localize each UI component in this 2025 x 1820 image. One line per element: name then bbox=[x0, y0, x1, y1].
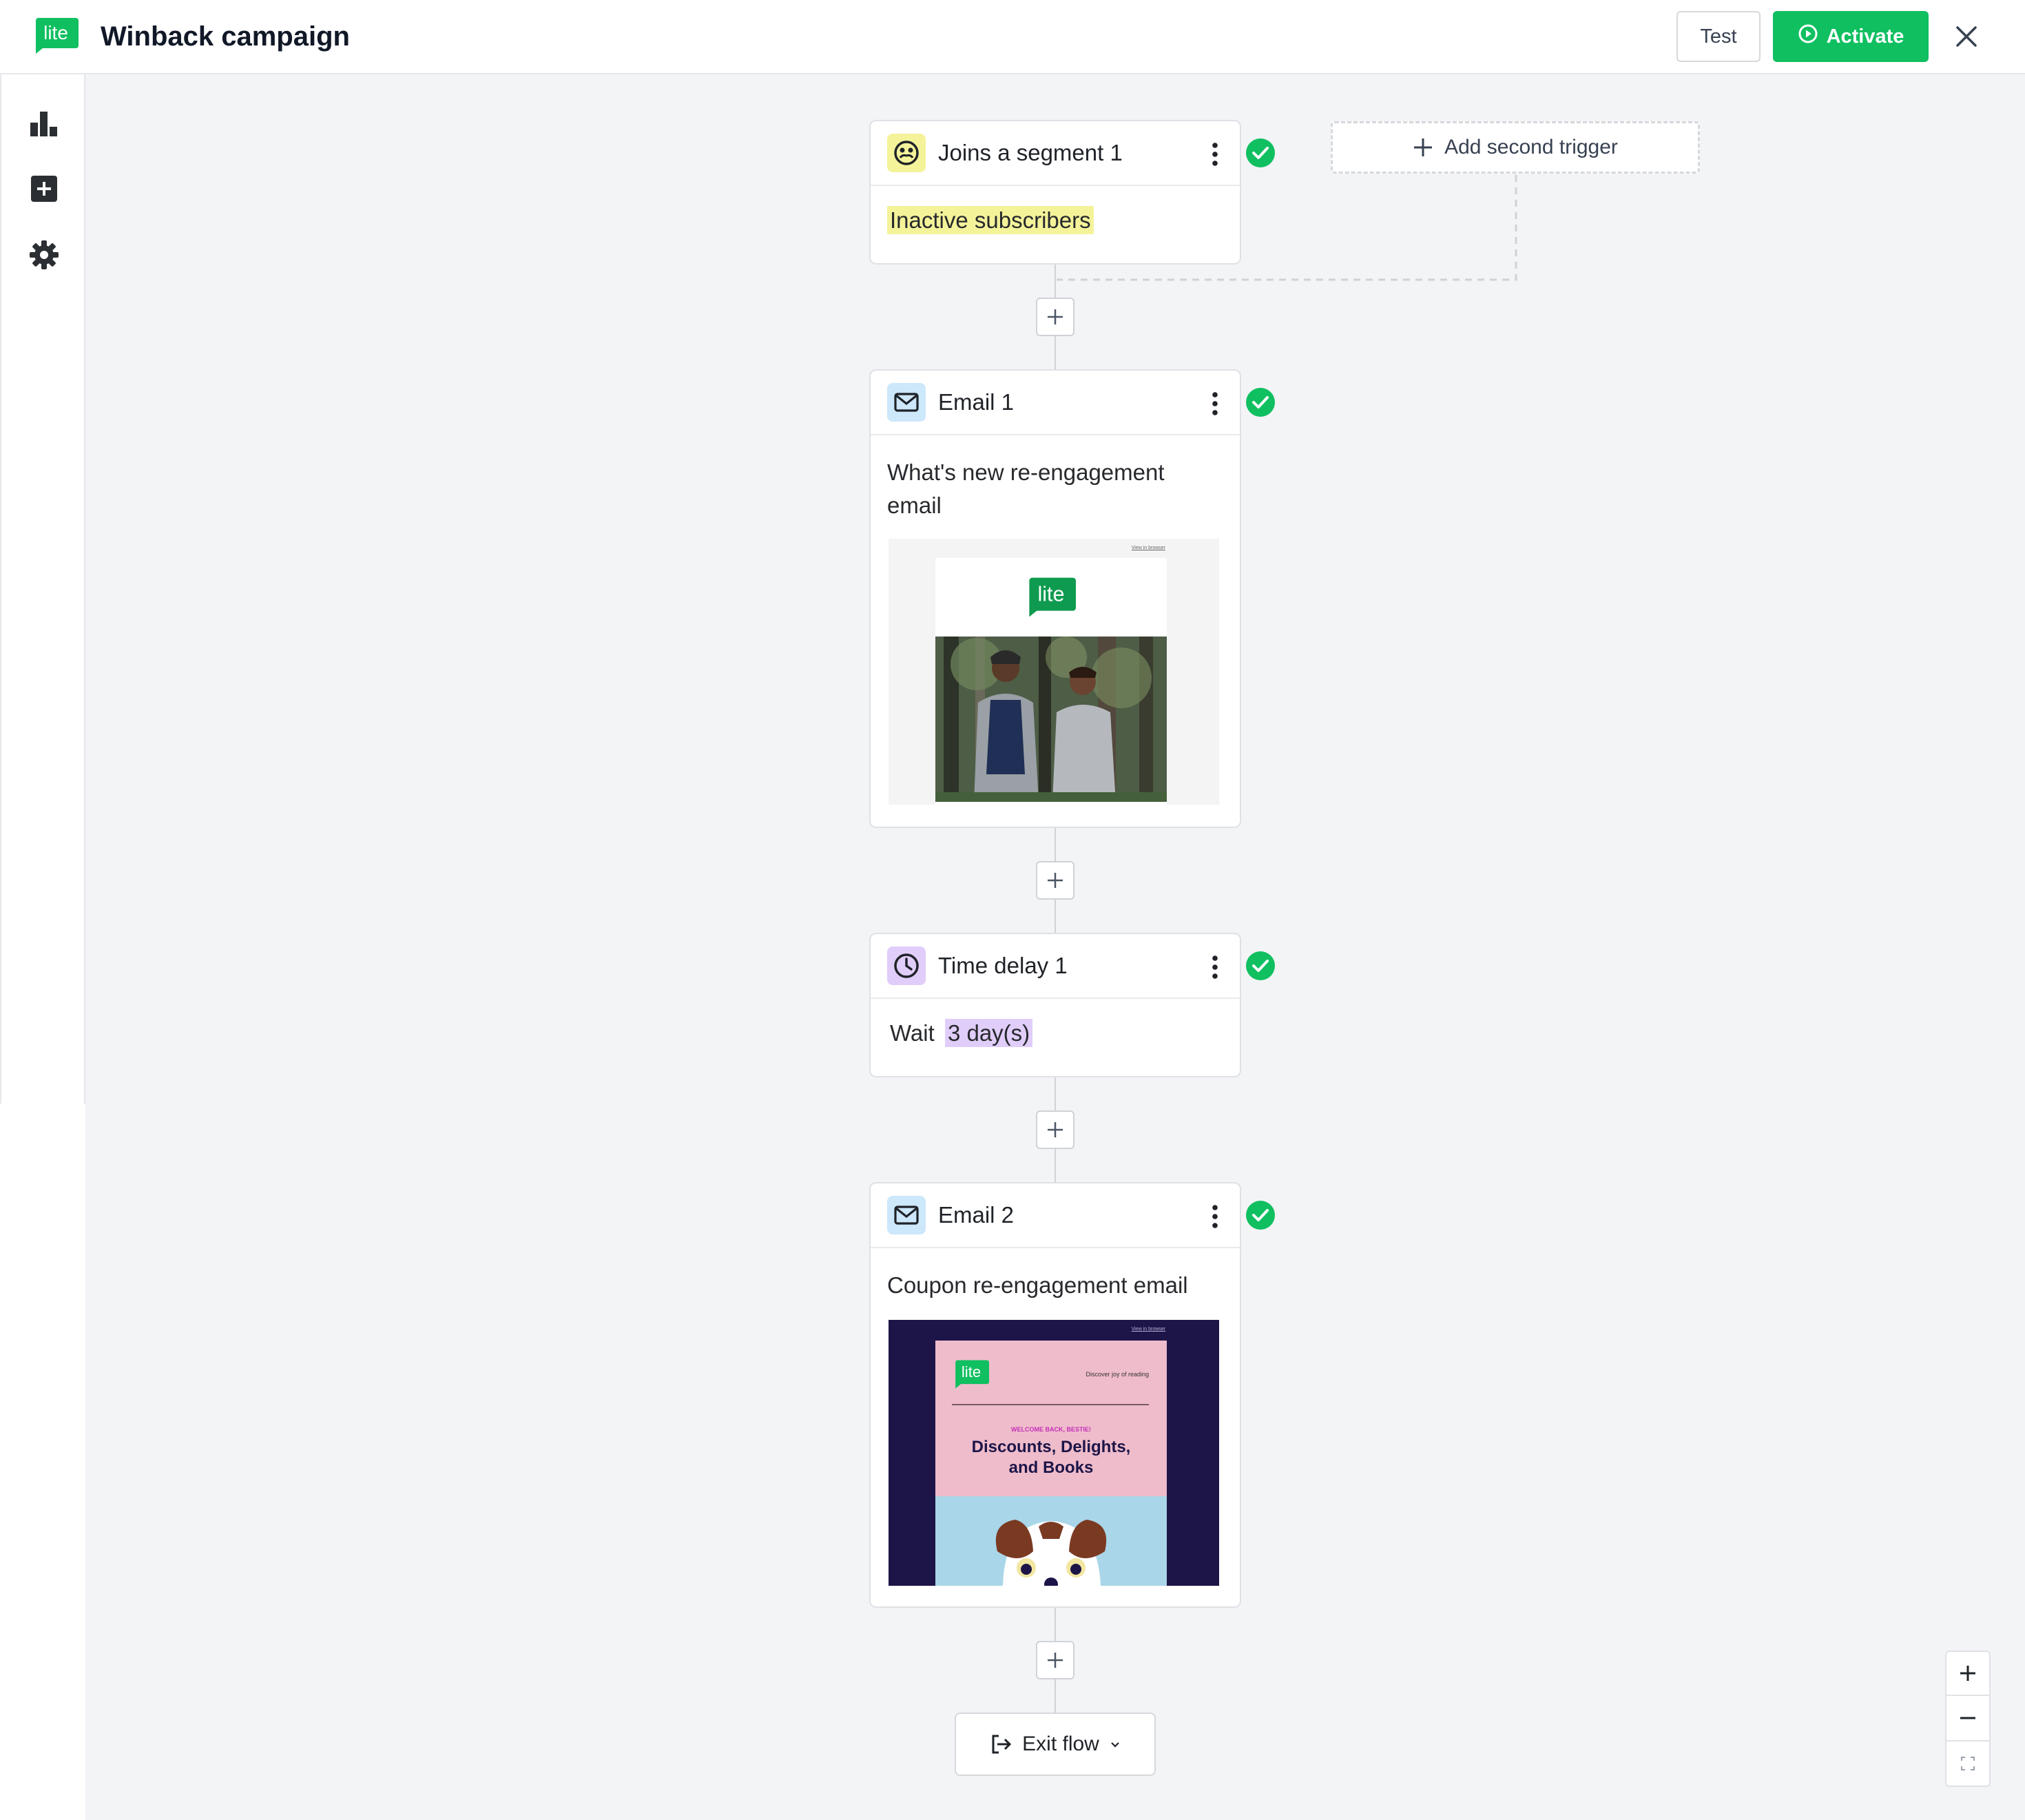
email-2-preview[interactable]: View in browser lite Discover joy of rea… bbox=[889, 1320, 1219, 1586]
plus-icon bbox=[1960, 1666, 1975, 1681]
preview-logo-text: lite bbox=[962, 1363, 981, 1380]
email-1-title: Email 1 bbox=[938, 389, 1015, 415]
check-circle-icon bbox=[1246, 951, 1275, 980]
minus-icon bbox=[1960, 1717, 1975, 1719]
preview-forest-photo bbox=[935, 637, 1167, 802]
fit-screen-icon bbox=[1961, 1757, 1975, 1770]
preview-headline: Discounts, Delights, and Books bbox=[971, 1438, 1131, 1477]
time-delay-node[interactable]: Time delay 1 Wait 3 day(s) bbox=[869, 933, 1241, 1077]
preview-top-link: View in browser bbox=[1131, 546, 1165, 550]
time-delay-title: Time delay 1 bbox=[938, 953, 1068, 978]
more-vertical-icon[interactable] bbox=[1211, 1204, 1219, 1229]
trigger-node[interactable]: Joins a segment 1 Inactive subscribers bbox=[869, 120, 1241, 265]
email-node-1-header: Email 1 bbox=[871, 371, 1240, 435]
exit-flow-label: Exit flow bbox=[1022, 1733, 1099, 1755]
clock-icon bbox=[887, 947, 926, 985]
zoom-in-button[interactable] bbox=[1945, 1651, 1991, 1696]
add-step-button[interactable] bbox=[1036, 861, 1074, 900]
plus-icon bbox=[1414, 138, 1433, 156]
mail-icon bbox=[887, 383, 926, 422]
email-1-preview[interactable]: View in browser lite bbox=[889, 539, 1219, 805]
segment-badge: Inactive subscribers bbox=[887, 206, 1094, 234]
add-second-trigger-label: Add second trigger bbox=[1444, 136, 1618, 158]
preview-dog-illustration bbox=[935, 1496, 1167, 1586]
delay-duration-badge: 3 day(s) bbox=[944, 1019, 1033, 1047]
fit-view-button[interactable] bbox=[1945, 1741, 1991, 1787]
preview-divider bbox=[952, 1404, 1149, 1405]
chevron-down-icon bbox=[1111, 1742, 1119, 1748]
email-node-2[interactable]: Email 2 Coupon re-engagement email View … bbox=[869, 1182, 1241, 1608]
preview-logo-icon: lite bbox=[1026, 577, 1076, 621]
email-1-subject: What's new re-engagement email bbox=[887, 459, 1165, 518]
preview-top-link: View in browser bbox=[1131, 1327, 1165, 1332]
add-second-trigger-button[interactable]: Add second trigger bbox=[1331, 121, 1700, 174]
preview-logo-text: lite bbox=[1037, 582, 1064, 606]
exit-icon bbox=[992, 1735, 1012, 1754]
more-vertical-icon[interactable] bbox=[1211, 142, 1219, 167]
preview-logo-icon: lite bbox=[953, 1360, 989, 1392]
more-vertical-icon[interactable] bbox=[1211, 391, 1219, 416]
time-delay-node-header: Time delay 1 bbox=[871, 934, 1240, 999]
preview-pink-header: lite Discover joy of reading WELCOME BAC… bbox=[935, 1341, 1167, 1496]
plus-icon bbox=[1048, 873, 1063, 888]
zoom-out-button[interactable] bbox=[1945, 1696, 1991, 1741]
trigger-node-header: Joins a segment 1 bbox=[871, 121, 1240, 186]
wait-label: Wait bbox=[890, 1020, 935, 1046]
check-circle-icon bbox=[1246, 1201, 1275, 1230]
add-step-button[interactable] bbox=[1036, 1641, 1074, 1679]
add-step-button[interactable] bbox=[1036, 1110, 1074, 1149]
plus-icon bbox=[1048, 1122, 1063, 1137]
preview-tagline: Discover joy of reading bbox=[1086, 1371, 1149, 1378]
email-node-1[interactable]: Email 1 What's new re-engagement email V… bbox=[869, 369, 1241, 828]
preview-email-body: lite bbox=[935, 558, 1167, 805]
plus-icon bbox=[1048, 1653, 1063, 1668]
trigger-title: Joins a segment 1 bbox=[938, 140, 1123, 165]
more-vertical-icon[interactable] bbox=[1211, 955, 1219, 980]
email-node-2-header: Email 2 bbox=[871, 1183, 1240, 1248]
email-2-subject: Coupon re-engagement email bbox=[887, 1272, 1188, 1298]
segment-name: Inactive subscribers bbox=[887, 204, 1094, 237]
time-delay-description: Wait 3 day(s) bbox=[890, 1017, 1033, 1050]
plus-icon bbox=[1048, 309, 1063, 324]
check-circle-icon bbox=[1246, 388, 1275, 417]
exit-flow-dropdown[interactable]: Exit flow bbox=[955, 1713, 1156, 1776]
segment-icon bbox=[887, 134, 926, 172]
check-circle-icon bbox=[1246, 138, 1275, 167]
email-2-title: Email 2 bbox=[938, 1202, 1015, 1228]
add-step-button[interactable] bbox=[1036, 298, 1074, 336]
preview-eyebrow: WELCOME BACK, BESTIE! bbox=[1011, 1426, 1091, 1433]
mail-icon bbox=[887, 1196, 926, 1234]
